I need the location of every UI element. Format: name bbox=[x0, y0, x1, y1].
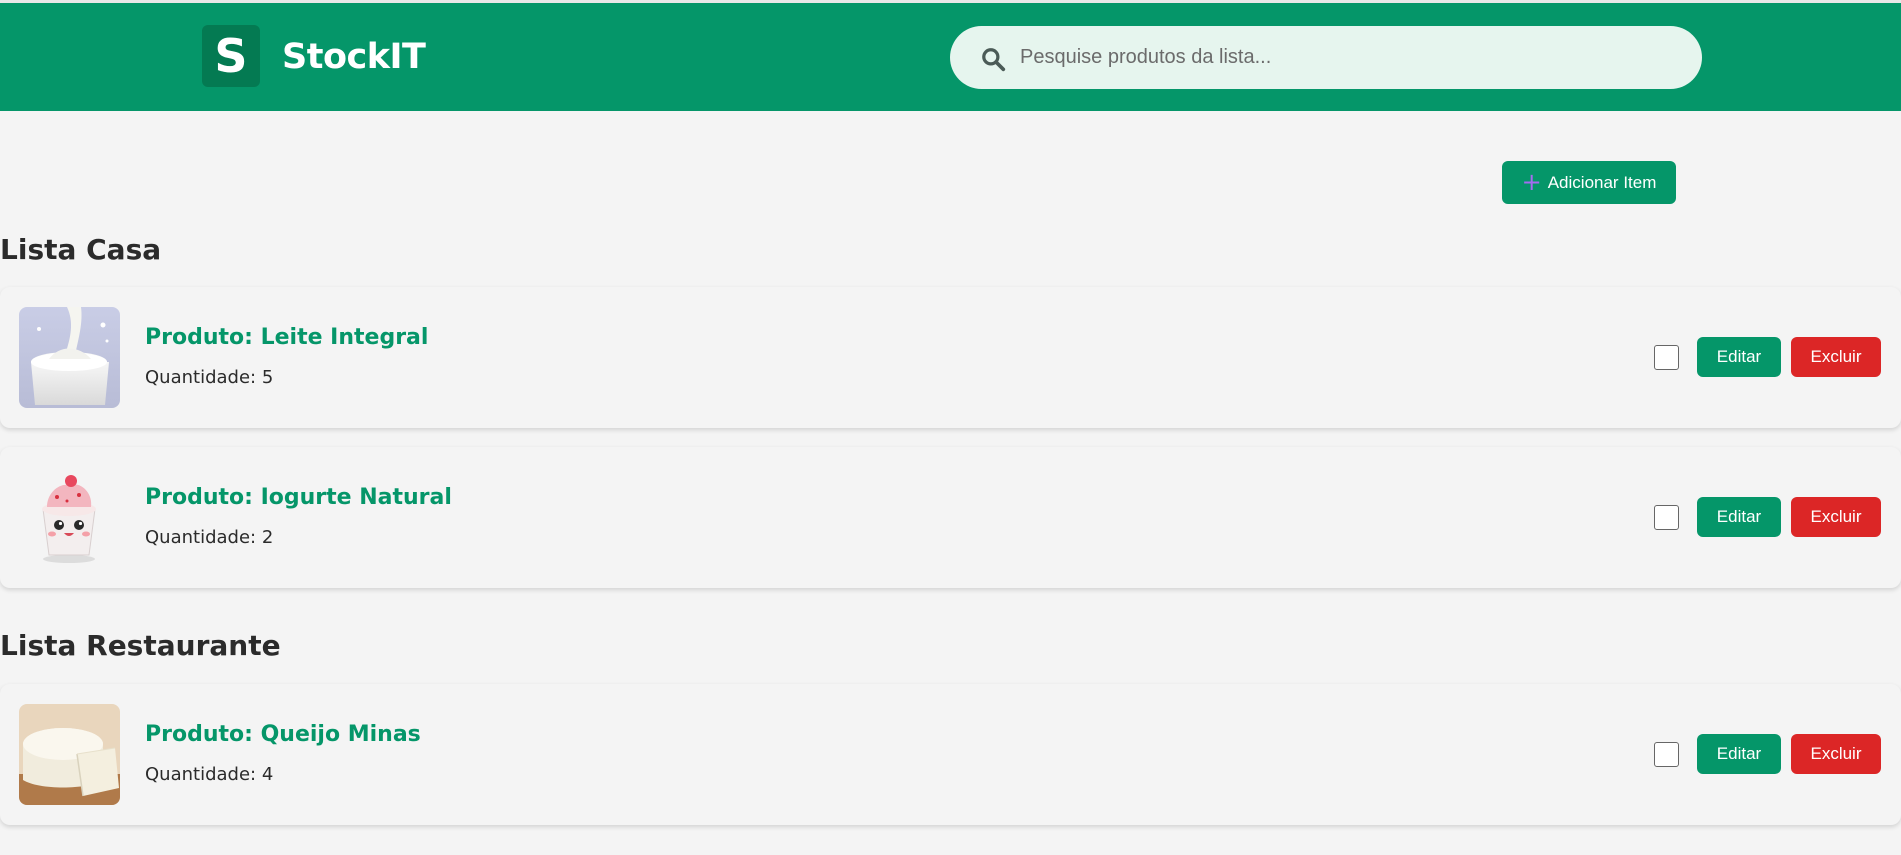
list-title-restaurante: Lista Restaurante bbox=[0, 629, 281, 662]
logo-letter: S bbox=[214, 29, 248, 83]
item-checkbox[interactable] bbox=[1654, 345, 1679, 370]
list-item: Produto: Queijo Minas Quantidade: 4 Edit… bbox=[0, 684, 1901, 825]
edit-button[interactable]: Editar bbox=[1697, 337, 1781, 377]
product-quantity: Quantidade: 2 bbox=[145, 527, 274, 548]
product-quantity: Quantidade: 5 bbox=[145, 367, 274, 388]
list-item: Produto: Iogurte Natural Quantidade: 2 E… bbox=[0, 447, 1901, 588]
product-name: Produto: Leite Integral bbox=[145, 325, 429, 350]
search-bar[interactable] bbox=[950, 26, 1702, 89]
milk-image bbox=[19, 307, 120, 408]
item-checkbox[interactable] bbox=[1654, 505, 1679, 530]
delete-button[interactable]: Excluir bbox=[1791, 497, 1881, 537]
search-input[interactable] bbox=[1016, 26, 1676, 89]
product-name: Produto: Iogurte Natural bbox=[145, 485, 452, 510]
app-header: S StockIT bbox=[0, 0, 1901, 111]
edit-button[interactable]: Editar bbox=[1697, 734, 1781, 774]
add-item-label: Adicionar Item bbox=[1547, 172, 1657, 192]
add-item-button[interactable]: + Adicionar Item bbox=[1502, 161, 1676, 204]
yogurt-image bbox=[19, 467, 120, 568]
delete-button[interactable]: Excluir bbox=[1791, 337, 1881, 377]
product-name: Produto: Queijo Minas bbox=[145, 722, 421, 747]
cheese-image bbox=[19, 704, 120, 805]
search-icon bbox=[982, 48, 1006, 72]
edit-button[interactable]: Editar bbox=[1697, 497, 1781, 537]
list-item: Produto: Leite Integral Quantidade: 5 Ed… bbox=[0, 287, 1901, 428]
item-checkbox[interactable] bbox=[1654, 742, 1679, 767]
logo-icon[interactable]: S bbox=[202, 25, 260, 87]
delete-button[interactable]: Excluir bbox=[1791, 734, 1881, 774]
brand-name[interactable]: StockIT bbox=[282, 37, 426, 77]
plus-icon: + bbox=[1521, 167, 1542, 196]
list-title-casa: Lista Casa bbox=[0, 233, 162, 266]
product-quantity: Quantidade: 4 bbox=[145, 764, 274, 785]
